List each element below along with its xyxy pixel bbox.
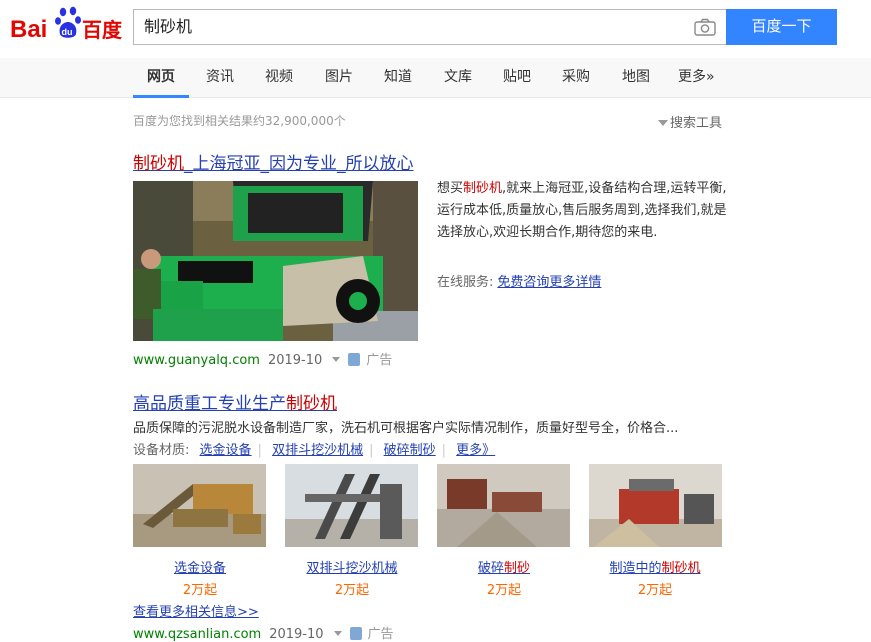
thumb-sand-maker-in-production[interactable] <box>589 464 722 547</box>
thumb-gold-equipment[interactable] <box>133 464 266 547</box>
search-input[interactable] <box>144 10 684 44</box>
desc-pre: 想买 <box>437 181 464 196</box>
tab-video[interactable]: 视频 <box>265 58 293 98</box>
baidu-logo[interactable]: Bai du 百度 <box>10 2 130 52</box>
header: Bai du 百度 百度一下 <box>0 0 871 58</box>
thumb-price-3: 2万起 <box>486 583 522 598</box>
more-info-link[interactable]: 查看更多相关信息>> <box>133 601 259 620</box>
search-tools-button[interactable]: 搜索工具 <box>658 112 722 131</box>
ad-label[interactable]: 广告 <box>366 353 392 368</box>
chevron-down-icon[interactable] <box>333 631 342 636</box>
thumb-label-1[interactable]: 选金设备 <box>130 557 270 576</box>
result1-url-line: www.guanyalq.com 2019-10 广告 <box>133 349 392 368</box>
search-tabs: 网页 资讯 视频 图片 知道 文库 贴吧 采购 地图 更多» <box>0 58 871 98</box>
search-tools-label: 搜索工具 <box>670 116 723 131</box>
search-button[interactable]: 百度一下 <box>726 9 837 45</box>
tab-images[interactable]: 图片 <box>325 58 353 98</box>
free-consult-link[interactable]: 免费咨询更多详情 <box>497 275 601 290</box>
camera-icon[interactable] <box>694 18 716 36</box>
materials-label: 设备材质: <box>133 443 190 458</box>
result1-date: 2019-10 <box>267 353 323 368</box>
result2-url-line: www.qzsanlian.com 2019-10 广告 <box>133 623 394 642</box>
result2-title-link[interactable]: 高品质重工专业生产制砂机 <box>133 389 337 414</box>
result2-materials: 设备材质: 选金设备 | 双排斗挖沙机械 | 破碎制砂 | 更多》 <box>133 443 496 458</box>
result-count: 百度为您找到相关结果约32,900,000个 <box>133 114 346 128</box>
service-label: 在线服务: <box>437 275 494 290</box>
title-highlight: 制砂机 <box>286 394 337 414</box>
chevron-down-icon[interactable] <box>332 357 341 362</box>
title-highlight: 制砂机 <box>133 154 184 174</box>
tab-tieba[interactable]: 贴吧 <box>503 58 531 98</box>
logo-bai-text: Bai <box>10 16 47 43</box>
result1-title-link[interactable]: 制砂机_上海冠亚_因为专业_所以放心 <box>133 149 414 174</box>
title-pre: 高品质重工专业生产 <box>133 394 286 414</box>
thumb-label-4[interactable]: 制造中的制砂机 <box>585 557 725 576</box>
material-link-crushing[interactable]: 破碎制砂 <box>384 443 436 458</box>
result1-description: 想买制砂机,就来上海冠亚,设备结构合理,运转平衡,运行成本低,质量放心,售后服务… <box>437 178 727 244</box>
thumb-price-1: 2万起 <box>182 583 218 598</box>
tab-web[interactable]: 网页 <box>133 58 189 98</box>
tab-more[interactable]: 更多» <box>678 58 715 98</box>
tab-news[interactable]: 资讯 <box>206 58 234 98</box>
material-link-dredger[interactable]: 双排斗挖沙机械 <box>272 443 363 458</box>
result1-url[interactable]: www.guanyalq.com <box>133 353 260 368</box>
thumb-price-4: 2万起 <box>637 583 673 598</box>
result2-description: 品质保障的污泥脱水设备制造厂家，洗石机可根据客户实际情况制作，质量好型号全，价格… <box>133 421 679 436</box>
thumb-label-2[interactable]: 双排斗挖沙机械 <box>282 557 422 576</box>
funnel-icon <box>658 120 668 126</box>
result1-ad-image[interactable] <box>133 181 418 341</box>
shield-icon[interactable] <box>348 353 361 366</box>
logo-baidu-chinese-text: 百度 <box>82 18 123 42</box>
shield-icon[interactable] <box>349 627 362 640</box>
title-rest: _上海冠亚_因为专业_所以放心 <box>184 154 414 174</box>
material-link-more[interactable]: 更多》 <box>456 443 495 458</box>
result1-service: 在线服务: 免费咨询更多详情 <box>437 271 601 290</box>
tab-map[interactable]: 地图 <box>622 58 650 98</box>
thumb-price-2: 2万起 <box>334 583 370 598</box>
tab-zhidao[interactable]: 知道 <box>384 58 412 98</box>
thumb-label-3[interactable]: 破碎制砂 <box>434 557 574 576</box>
desc-highlight: 制砂机 <box>463 181 503 196</box>
logo-du-text: du <box>62 27 73 37</box>
tab-purchase[interactable]: 采购 <box>562 58 590 98</box>
tab-wenku[interactable]: 文库 <box>444 58 472 98</box>
search-box <box>133 9 726 45</box>
material-link-gold[interactable]: 选金设备 <box>200 443 252 458</box>
thumb-crushing-sand[interactable] <box>437 464 570 547</box>
thumb-double-bucket-dredger[interactable] <box>285 464 418 547</box>
